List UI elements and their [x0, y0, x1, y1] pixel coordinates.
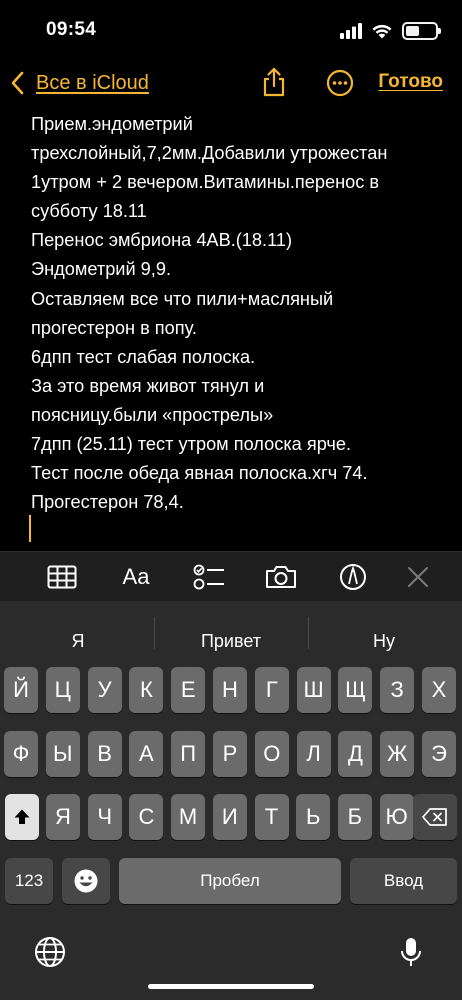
note-line: субботу 18.11: [31, 201, 147, 222]
key[interactable]: Т: [254, 794, 289, 840]
status-icons: [340, 21, 441, 41]
key[interactable]: Л: [296, 731, 331, 777]
suggestion-2[interactable]: Привет: [170, 631, 292, 655]
note-line: Перенос эмбриона 4АВ.(18.11): [31, 230, 293, 251]
battery-fill: [406, 26, 419, 36]
emoji-key[interactable]: [62, 858, 110, 904]
shift-key[interactable]: [5, 794, 39, 840]
note-line: трехслойный,7,2мм.Добавили утрожестан: [31, 143, 388, 164]
text-format-button[interactable]: Aa: [118, 562, 154, 592]
key[interactable]: Ь: [296, 794, 331, 840]
emoji-icon: [74, 869, 98, 893]
return-key[interactable]: Ввод: [350, 858, 457, 904]
note-line: 6дпп тест слабая полоска.: [31, 346, 256, 367]
shift-arrow-icon: [14, 809, 30, 824]
key[interactable]: К: [129, 667, 164, 713]
suggestion-3[interactable]: Ну: [346, 631, 422, 655]
nav-bar: Все в iCloud Готово: [0, 62, 462, 106]
markup-icon[interactable]: [338, 562, 368, 592]
space-key[interactable]: Пробел: [119, 858, 341, 904]
note-line: Тест после обеда явная полоска.хгч 74.: [31, 463, 368, 484]
key[interactable]: С: [129, 794, 164, 840]
key[interactable]: Э: [422, 731, 456, 777]
cellular-signal-icon: [340, 23, 362, 39]
suggestion-divider: [154, 617, 155, 649]
note-line: Прием.эндометрий: [31, 114, 193, 134]
key[interactable]: Ч: [87, 794, 122, 840]
key[interactable]: Н: [213, 667, 247, 713]
key[interactable]: О: [254, 731, 289, 777]
checklist-icon[interactable]: [192, 562, 226, 592]
share-icon[interactable]: [258, 66, 290, 98]
table-icon[interactable]: [46, 562, 78, 592]
key[interactable]: А: [129, 731, 164, 777]
text-cursor: [29, 515, 31, 542]
note-text-area[interactable]: Прием.эндометрий трехслойный,7,2мм.Добави…: [31, 110, 451, 517]
note-line: 1утром + 2 вечером.Витамины.перенос в: [31, 172, 380, 193]
key[interactable]: Д: [338, 731, 373, 777]
back-button[interactable]: Все в iCloud: [10, 68, 149, 98]
wifi-icon: [372, 24, 392, 39]
key[interactable]: М: [171, 794, 206, 840]
key[interactable]: Б: [337, 794, 372, 840]
status-bar: 09:54: [0, 0, 462, 62]
key[interactable]: Щ: [338, 667, 373, 713]
key[interactable]: Й: [4, 667, 38, 713]
key[interactable]: Ж: [380, 731, 415, 777]
numbers-key[interactable]: 123: [5, 858, 53, 904]
note-line: 7дпп (25.11) тест утром полоска ярче.: [31, 434, 352, 455]
home-indicator: [148, 984, 314, 989]
key[interactable]: П: [171, 731, 206, 777]
battery-icon: [402, 22, 441, 40]
key[interactable]: И: [212, 794, 247, 840]
key[interactable]: Г: [254, 667, 289, 713]
key[interactable]: Ы: [45, 731, 80, 777]
key[interactable]: У: [87, 667, 122, 713]
key[interactable]: Х: [422, 667, 456, 713]
note-line: поясницу.были «прострелы»: [31, 404, 274, 425]
delete-key[interactable]: [413, 794, 457, 840]
camera-icon[interactable]: [264, 562, 298, 592]
more-options-icon[interactable]: [324, 66, 356, 98]
close-icon[interactable]: [406, 562, 430, 592]
note-line: Оставляем все что пили+масляный: [31, 288, 334, 309]
key[interactable]: Ц: [45, 667, 80, 713]
back-button-label: Все в iCloud: [36, 71, 149, 94]
done-button[interactable]: Готово: [378, 71, 443, 93]
status-time: 09:54: [46, 19, 97, 40]
key[interactable]: Ф: [4, 731, 38, 777]
globe-icon[interactable]: [33, 935, 67, 969]
suggestion-divider: [308, 617, 309, 649]
key[interactable]: Ю: [379, 794, 414, 840]
key[interactable]: Ш: [296, 667, 331, 713]
chevron-left-icon: [10, 68, 32, 98]
note-line: Эндометрий 9,9.: [31, 259, 172, 280]
note-line: Прогестерон 78,4.: [31, 492, 184, 513]
microphone-icon[interactable]: [394, 935, 428, 969]
format-toolbar: Aa: [0, 551, 462, 601]
key[interactable]: Е: [171, 667, 206, 713]
key[interactable]: В: [87, 731, 122, 777]
suggestion-1[interactable]: Я: [40, 631, 116, 655]
note-line: За это время живот тянул и: [31, 375, 265, 396]
key[interactable]: Я: [46, 794, 80, 840]
key[interactable]: Р: [213, 731, 247, 777]
key[interactable]: З: [380, 667, 415, 713]
backspace-icon: [422, 808, 447, 826]
note-line: прогестерон в попу.: [31, 317, 197, 338]
